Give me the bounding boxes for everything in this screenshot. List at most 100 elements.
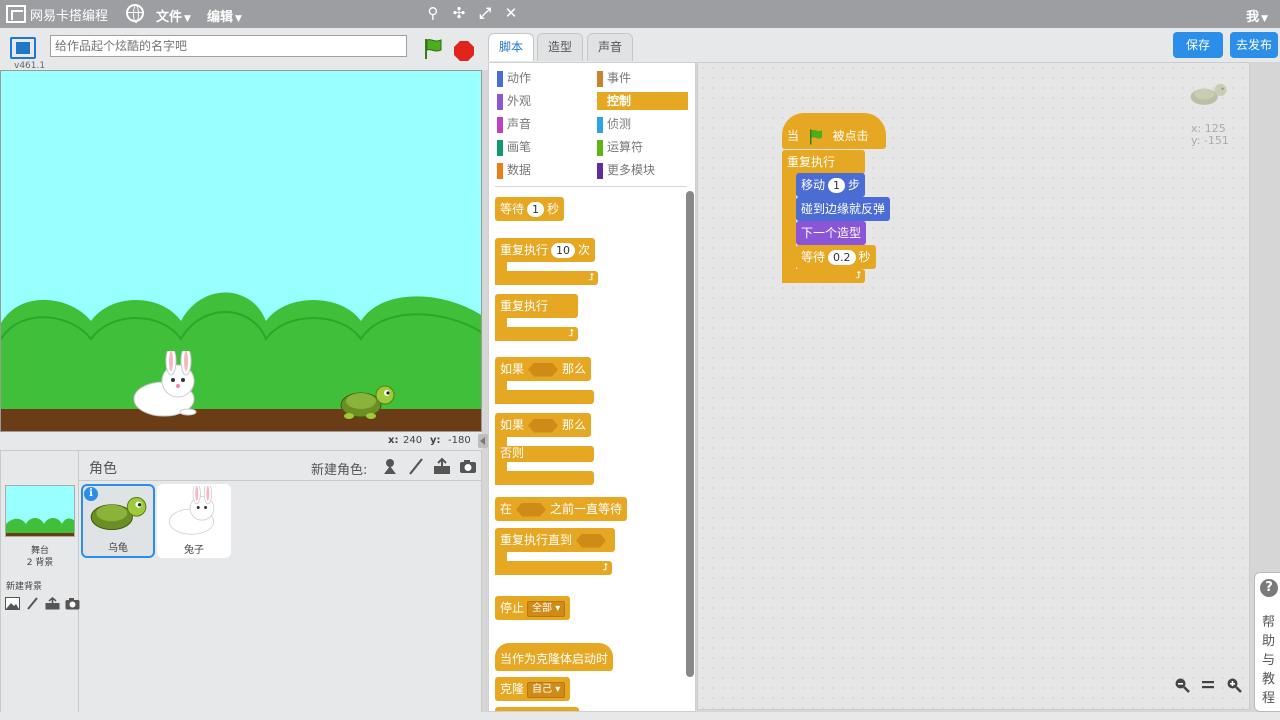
fullscreen-button[interactable]: [10, 37, 36, 59]
edit-menu[interactable]: 编辑 ▼: [207, 6, 242, 25]
block-wait-script[interactable]: 等待 0.2 秒: [796, 245, 876, 269]
category-label: 声音: [507, 117, 532, 131]
block-if-else[interactable]: 如果 那么: [495, 413, 592, 437]
category-control[interactable]: 控制: [597, 92, 688, 110]
boolean-slot[interactable]: [576, 533, 607, 548]
zoom-out-icon[interactable]: [1174, 677, 1190, 693]
category-more-blocks[interactable]: 更多模块: [597, 161, 685, 179]
backdrop-library-icon[interactable]: [5, 597, 20, 610]
block-stop[interactable]: 停止 全部 ▾: [495, 596, 571, 620]
stage-canvas[interactable]: [0, 70, 482, 432]
delete-scissors-icon[interactable]: ✣: [450, 4, 468, 22]
category-pen[interactable]: 画笔: [497, 138, 585, 156]
green-flag-icon[interactable]: [421, 37, 445, 61]
help-tab[interactable]: ? 帮助与教程: [1254, 572, 1280, 712]
block-create-clone[interactable]: 克隆 自己 ▾: [495, 677, 571, 701]
block-wait-until[interactable]: 在 之前一直等待: [495, 497, 628, 521]
x-value: 240: [403, 435, 423, 446]
sprite-card-rabbit[interactable]: 兔子: [157, 484, 231, 558]
turtle-sprite[interactable]: [337, 381, 399, 421]
category-sound[interactable]: 声音: [497, 115, 585, 133]
block-text: 秒: [858, 250, 871, 264]
category-label: 运算符: [607, 140, 644, 154]
upload-sprite-icon[interactable]: [433, 457, 451, 475]
block-number-input[interactable]: 10: [551, 243, 576, 258]
block-text: 秒: [547, 202, 560, 216]
user-menu[interactable]: 我 ▼: [1246, 6, 1268, 25]
block-next-costume[interactable]: 下一个造型: [796, 221, 867, 245]
paint-sprite-icon[interactable]: [407, 457, 425, 475]
category-motion[interactable]: 动作: [497, 69, 585, 87]
logo-icon: [6, 5, 26, 23]
block-text: 那么: [562, 362, 587, 376]
block-forever[interactable]: 重复执行: [495, 294, 578, 318]
duplicate-stamp-icon[interactable]: ⚲: [424, 4, 442, 22]
logo[interactable]: 网易卡搭编程: [6, 4, 108, 24]
block-number-input[interactable]: 1: [828, 178, 846, 193]
block-text: 之前一直等待: [550, 502, 623, 516]
rabbit-sprite[interactable]: [126, 351, 206, 421]
collapse-stage-toggle[interactable]: [478, 434, 488, 448]
stop-button[interactable]: [454, 41, 474, 61]
palette-scrollbar[interactable]: [686, 191, 694, 677]
language-globe-icon[interactable]: [126, 4, 144, 23]
upload-backdrop-icon[interactable]: [45, 597, 60, 610]
block-if-else-foot: [495, 471, 594, 485]
block-text: 那么: [562, 418, 587, 432]
block-when-clone-starts[interactable]: 当作为克隆体启动时: [495, 643, 614, 671]
save-button[interactable]: 保存: [1173, 32, 1223, 58]
sprite-library-icon[interactable]: [381, 457, 399, 475]
block-bounce-on-edge[interactable]: 碰到边缘就反弹: [796, 197, 891, 221]
sprite-position-readout: x: 125 y: -151: [1191, 123, 1229, 147]
block-if-then[interactable]: 如果 那么: [495, 357, 592, 381]
camera-sprite-icon[interactable]: [459, 457, 477, 475]
block-repeat-foot: ⮥: [495, 271, 598, 285]
sprite-card-turtle[interactable]: i 乌龟: [81, 484, 155, 558]
category-label: 动作: [507, 71, 532, 85]
block-text: 克隆: [500, 682, 525, 696]
block-forever-script-foot: ⮥: [782, 269, 865, 283]
script-area[interactable]: x: 125 y: -151 当 被点击 重复执行 移动 1 步 碰到边缘就反弹 下…: [697, 62, 1250, 710]
category-divider: [495, 186, 687, 187]
paint-backdrop-icon[interactable]: [25, 597, 40, 610]
boolean-slot[interactable]: [528, 362, 559, 377]
category-events[interactable]: 事件: [597, 69, 685, 87]
block-number-input[interactable]: 0.2: [828, 250, 856, 265]
stage-thumbnail[interactable]: [5, 485, 75, 537]
category-data[interactable]: 数据: [497, 161, 585, 179]
sprite-panel: 舞台 2 背景 新建背景 角色 新建角色: i 乌龟 兔子: [0, 450, 482, 720]
shrink-icon[interactable]: ✕: [502, 4, 520, 22]
block-move-steps[interactable]: 移动 1 步: [796, 173, 866, 197]
clone-dropdown[interactable]: 自己 ▾: [527, 681, 566, 698]
publish-button[interactable]: 去发布: [1230, 32, 1278, 58]
zoom-reset-icon[interactable]: [1200, 677, 1216, 693]
grow-icon[interactable]: ⤢: [476, 4, 494, 22]
sprite-y: y: -151: [1191, 134, 1229, 147]
camera-backdrop-icon[interactable]: [65, 597, 80, 610]
tab-costumes[interactable]: 造型: [537, 33, 584, 61]
block-text: 重复执行直到: [500, 533, 573, 547]
block-text: 等待: [801, 250, 826, 264]
block-repeat-until-foot: ⮥: [495, 561, 612, 575]
file-menu[interactable]: 文件 ▼: [156, 6, 191, 25]
project-title-input[interactable]: [50, 35, 407, 57]
block-number-input[interactable]: 1: [527, 202, 545, 217]
tab-sounds[interactable]: 声音: [587, 33, 634, 61]
zoom-in-icon[interactable]: [1226, 677, 1242, 693]
category-label: 侦测: [607, 117, 632, 131]
boolean-slot[interactable]: [528, 418, 559, 433]
tab-scripts[interactable]: 脚本: [488, 33, 535, 61]
stage-backdrop-count: 2 背景: [26, 558, 54, 568]
block-forever-script[interactable]: 重复执行: [782, 150, 865, 174]
block-wait[interactable]: 等待 1 秒: [495, 197, 565, 221]
boolean-slot[interactable]: [516, 502, 547, 517]
block-text: 被点击: [832, 129, 869, 143]
block-repeat[interactable]: 重复执行 10 次: [495, 238, 596, 262]
block-when-flag-clicked[interactable]: 当 被点击: [782, 113, 886, 149]
category-looks[interactable]: 外观: [497, 92, 585, 110]
category-color-bar: [497, 117, 503, 133]
stop-dropdown[interactable]: 全部 ▾: [527, 600, 566, 617]
category-operators[interactable]: 运算符: [597, 138, 685, 156]
category-sensing[interactable]: 侦测: [597, 115, 685, 133]
block-repeat-until[interactable]: 重复执行直到: [495, 528, 616, 552]
